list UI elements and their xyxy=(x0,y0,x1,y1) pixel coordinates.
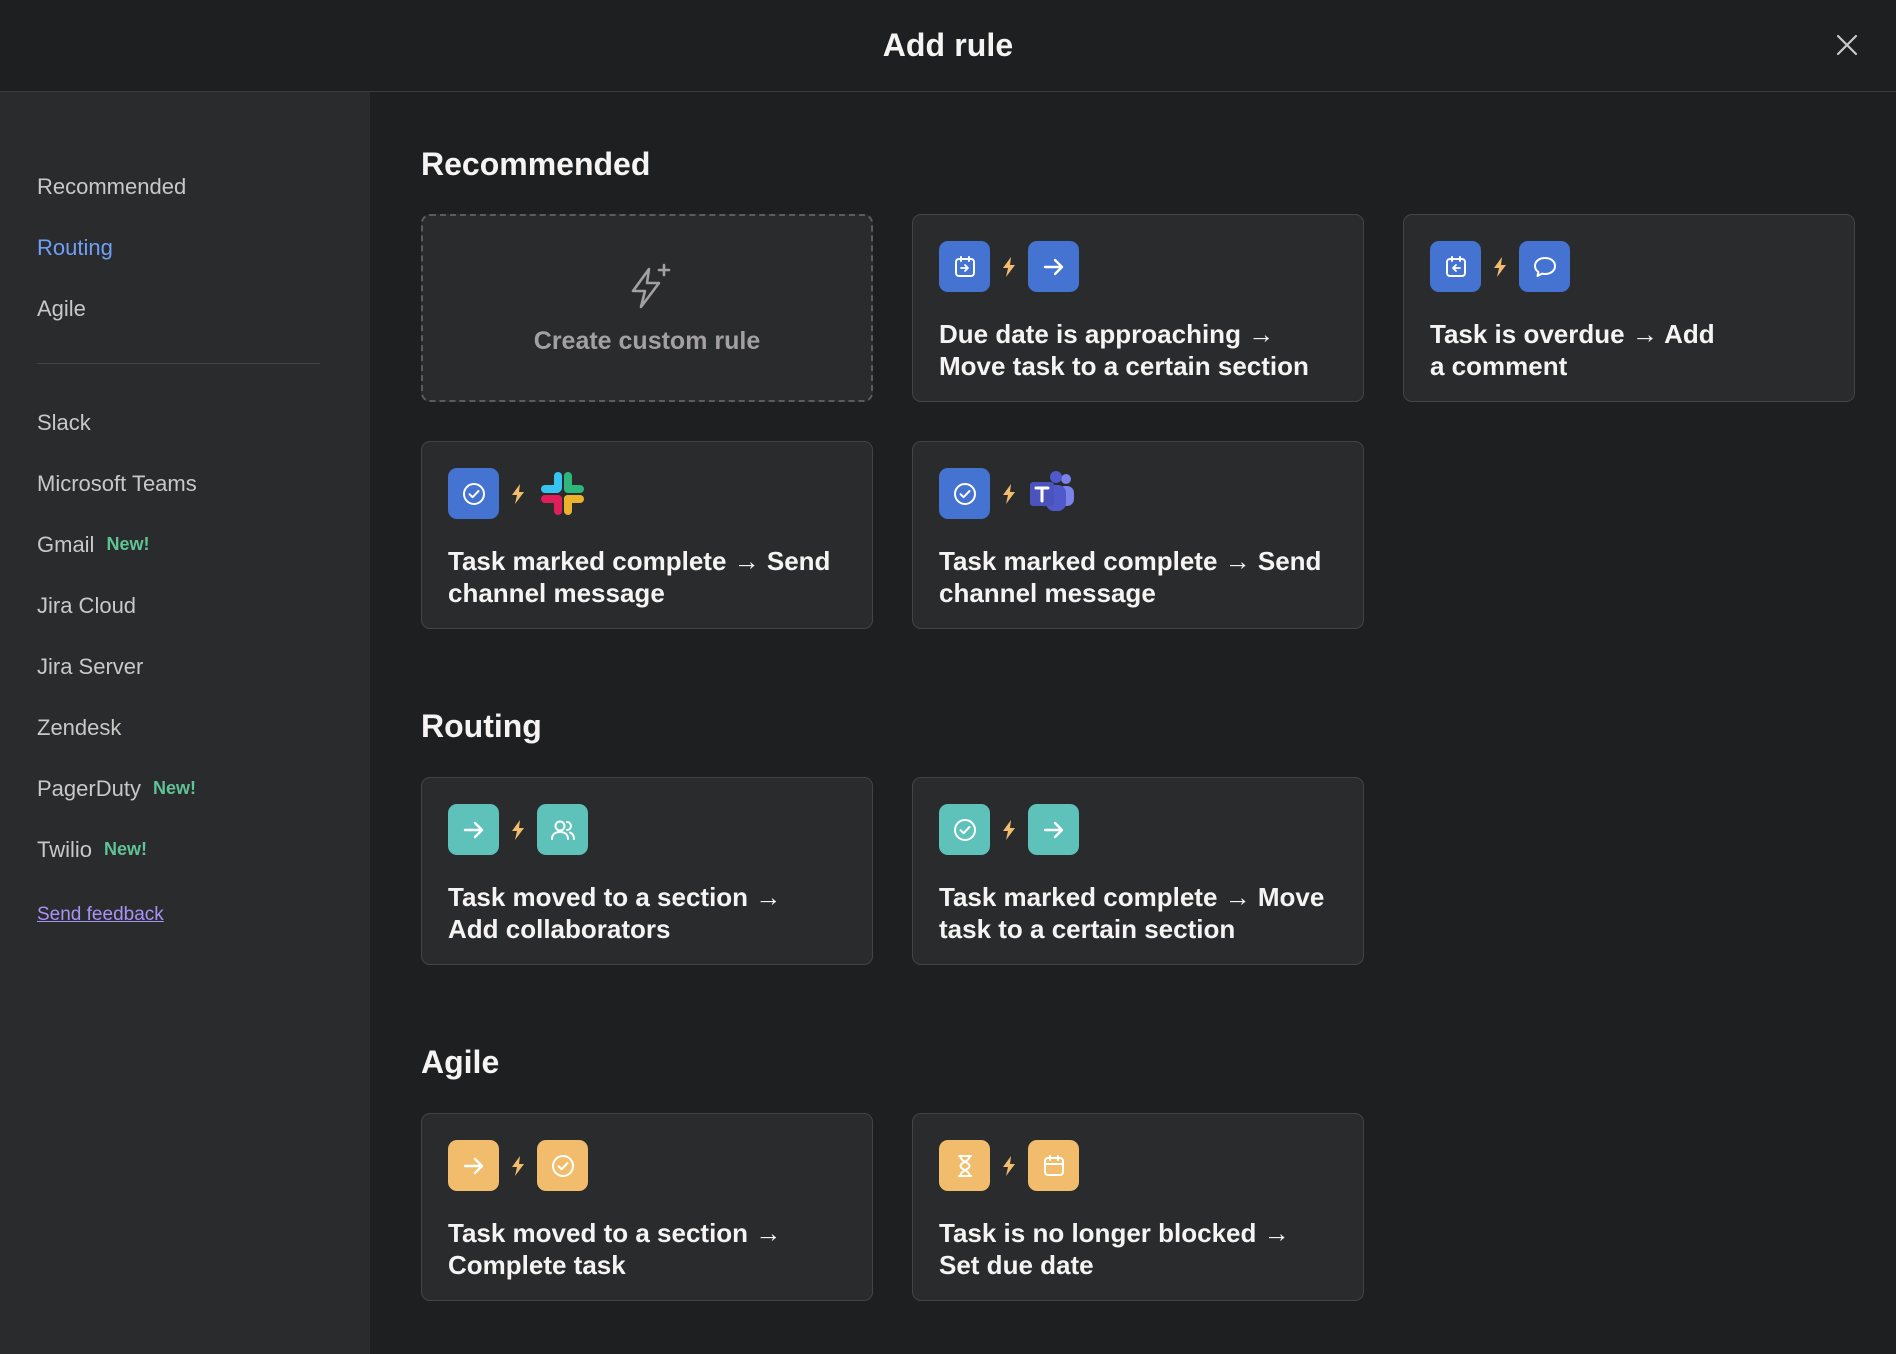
sidebar-item-recommended[interactable]: Recommended xyxy=(0,156,370,217)
create-custom-rule-label: Create custom rule xyxy=(533,326,761,355)
rule-gallery: Recommended Create custom rule Due date … xyxy=(370,92,1896,1354)
new-badge: New! xyxy=(104,839,148,859)
sparkle-bolt-icon xyxy=(631,263,671,308)
sidebar-item-agile[interactable]: Agile xyxy=(0,278,370,339)
sidebar-item-label: Jira Cloud xyxy=(37,592,137,618)
people-icon xyxy=(537,804,588,855)
sidebar-item-label: Microsoft Teams xyxy=(37,470,197,496)
sidebar-item-label: Recommended xyxy=(37,173,187,199)
section-title-agile: Agile xyxy=(421,1044,500,1080)
sidebar-item-twilio[interactable]: Twilio New! xyxy=(0,819,370,880)
rule-card[interactable]: Due date is approaching → Move task to a… xyxy=(912,214,1364,402)
close-icon xyxy=(1836,34,1858,56)
rule-card-text: Task is no longer blocked → Set due date xyxy=(939,1218,1290,1280)
arrow-right-icon xyxy=(448,804,499,855)
sidebar-item-zendesk[interactable]: Zendesk xyxy=(0,697,370,758)
arrow-right-icon xyxy=(448,1140,499,1191)
calendar-overdue-icon xyxy=(1430,241,1481,292)
sidebar-item-label: Gmail xyxy=(37,531,95,557)
slack-icon xyxy=(537,468,588,519)
sidebar-item-label: Slack xyxy=(37,409,91,435)
sidebar-item-slack[interactable]: Slack xyxy=(0,392,370,453)
sidebar-item-label: Agile xyxy=(37,295,86,321)
calendar-icon xyxy=(1028,1140,1079,1191)
arrow-right-icon xyxy=(1028,241,1079,292)
calendar-arrow-icon xyxy=(939,241,990,292)
rule-card[interactable]: Task marked complete → Send channel mess… xyxy=(421,441,873,629)
dialog-header: Add rule xyxy=(0,0,1896,92)
rule-card[interactable]: Task marked complete → Move task to a ce… xyxy=(912,777,1364,965)
rule-card[interactable]: Task moved to a section → Complete task xyxy=(421,1113,873,1301)
section-title-routing: Routing xyxy=(421,708,542,744)
sidebar-item-jira-server[interactable]: Jira Server xyxy=(0,636,370,697)
sidebar-item-label: PagerDuty xyxy=(37,775,141,801)
sidebar-divider xyxy=(37,363,320,364)
sidebar-item-gmail[interactable]: Gmail New! xyxy=(0,514,370,575)
rule-card[interactable]: Task moved to a section → Add collaborat… xyxy=(421,777,873,965)
check-circle-icon xyxy=(448,468,499,519)
teams-icon xyxy=(1028,468,1079,519)
rule-card-text: Task marked complete → Send channel mess… xyxy=(448,546,831,608)
bolt-icon xyxy=(990,1155,1028,1176)
bolt-icon xyxy=(990,256,1028,277)
sidebar-item-label: Zendesk xyxy=(37,714,122,740)
bolt-icon xyxy=(1481,256,1519,277)
hourglass-icon xyxy=(939,1140,990,1191)
rule-card[interactable]: Task is no longer blocked → Set due date xyxy=(912,1113,1364,1301)
dialog-title: Add rule xyxy=(882,27,1014,63)
new-badge: New! xyxy=(152,778,196,798)
create-custom-rule-button[interactable]: Create custom rule xyxy=(421,214,873,402)
sidebar-item-label: Twilio xyxy=(37,836,93,862)
send-feedback-link[interactable]: Send feedback xyxy=(37,904,370,926)
sidebar: Recommended Routing Agile Slack Microsof… xyxy=(0,92,370,1354)
sidebar-item-microsoft-teams[interactable]: Microsoft Teams xyxy=(0,453,370,514)
rule-card-text: Task marked complete → Send channel mess… xyxy=(939,546,1322,608)
section-title-recommended: Recommended xyxy=(421,146,651,182)
rule-card-text: Task marked complete → Move task to a ce… xyxy=(939,882,1325,944)
bolt-icon xyxy=(499,483,537,504)
rule-card[interactable]: Task marked complete → Send channel mess… xyxy=(912,441,1364,629)
rule-card-text: Task moved to a section → Complete task xyxy=(448,1218,782,1280)
comment-icon xyxy=(1519,241,1570,292)
rule-card[interactable]: Task is overdue → Add a comment xyxy=(1403,214,1855,402)
check-circle-icon xyxy=(537,1140,588,1191)
rule-card-text: Due date is approaching → Move task to a… xyxy=(939,319,1309,381)
bolt-icon xyxy=(990,483,1028,504)
bolt-icon xyxy=(499,1155,537,1176)
bolt-icon xyxy=(990,819,1028,840)
check-circle-icon xyxy=(939,804,990,855)
sidebar-item-label: Routing xyxy=(37,234,113,260)
arrow-right-icon xyxy=(1028,804,1079,855)
sidebar-item-pagerduty[interactable]: PagerDuty New! xyxy=(0,758,370,819)
close-button[interactable] xyxy=(1824,22,1870,68)
rule-card-text: Task is overdue → Add a comment xyxy=(1430,319,1715,381)
sidebar-item-label: Jira Server xyxy=(37,653,144,679)
new-badge: New! xyxy=(106,534,150,554)
sidebar-item-routing[interactable]: Routing xyxy=(0,217,370,278)
sidebar-item-jira-cloud[interactable]: Jira Cloud xyxy=(0,575,370,636)
bolt-icon xyxy=(499,819,537,840)
rule-card-text: Task moved to a section → Add collaborat… xyxy=(448,882,782,944)
check-circle-icon xyxy=(939,468,990,519)
